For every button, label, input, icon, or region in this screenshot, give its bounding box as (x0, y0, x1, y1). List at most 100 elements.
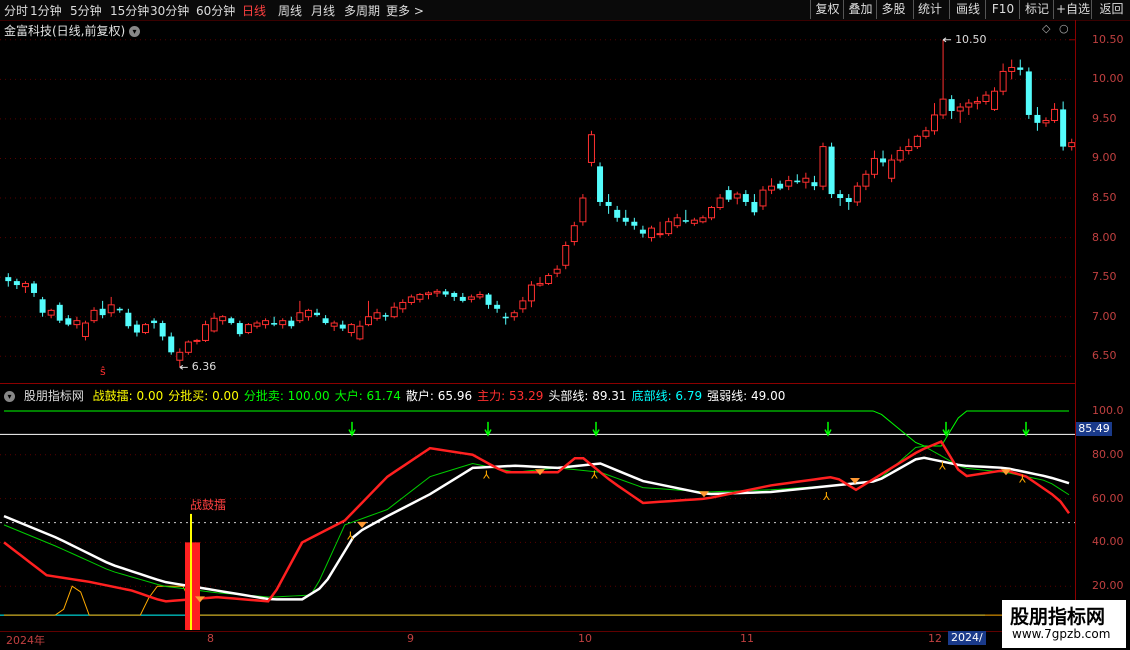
candle-body (545, 275, 553, 284)
timeframe-tab[interactable]: 日线 (242, 2, 266, 19)
candle-body (553, 268, 561, 274)
timeframe-tab[interactable]: 5分钟 (70, 2, 102, 19)
candle-body (930, 114, 938, 132)
timeframe-tab[interactable]: 30分钟 (150, 2, 189, 19)
toolbar-button[interactable]: 返回 (1091, 0, 1130, 19)
price-axis-label: 7.00 (1092, 309, 1117, 323)
candle-body (407, 296, 415, 303)
candle-body (288, 320, 295, 327)
sell-arrow (942, 421, 950, 437)
date-month: 11 (740, 632, 754, 645)
candle-body (133, 324, 140, 333)
candle-body (708, 207, 716, 219)
indicator-axis-label: 100.0 (1092, 403, 1124, 417)
price-axis-label: 10.50 (1092, 32, 1124, 46)
axis-divider (1075, 20, 1076, 632)
candle-body (682, 220, 689, 222)
candle-body (742, 194, 749, 202)
watermark-url: www.7gpzb.com (1012, 627, 1111, 641)
candle-body (956, 106, 964, 112)
low-marker (179, 364, 188, 370)
candle-body (905, 146, 913, 152)
toolbar-button[interactable]: 叠加 (843, 0, 877, 19)
candle-body (1025, 71, 1032, 115)
candle-body (587, 134, 595, 163)
candle-body (168, 336, 175, 353)
toolbar-button[interactable]: F10 (985, 0, 1020, 19)
candle-body (888, 159, 896, 179)
candle-body (716, 197, 724, 209)
candle-body (399, 301, 407, 310)
toolbar: 分时 1分钟 5分钟 15分钟 30分钟 60分钟 日线 周线 月线 多周期 更多 > 复权 叠加 多股统… (0, 0, 1130, 21)
candle-body (982, 94, 990, 102)
timeframe-tab[interactable]: 周线 (278, 2, 302, 19)
candle-body (673, 217, 681, 227)
toolbar-button[interactable]: 标记 (1019, 0, 1054, 19)
candle-body (271, 323, 278, 325)
timeframe-tab[interactable]: 更多 > (386, 2, 424, 19)
diamond-icon: ◇ (1042, 22, 1051, 35)
toolbar-button[interactable]: +自选 (1053, 0, 1092, 19)
candle-body (5, 277, 12, 282)
candle-body (785, 180, 793, 187)
price-chart (0, 37, 1075, 370)
indicator-axis-label: 80.00 (1092, 447, 1124, 461)
candle-body (1017, 67, 1024, 70)
candle-body (1068, 142, 1075, 148)
candle-body (1008, 66, 1016, 72)
candle-body (725, 190, 732, 200)
date-month: 12 (928, 632, 942, 645)
candle-body (425, 292, 433, 296)
candle-body (1034, 114, 1041, 123)
candle-body (690, 219, 698, 224)
candle-body (90, 309, 98, 322)
candle-body (262, 320, 270, 326)
candle-body (999, 70, 1007, 92)
timeframe-tab[interactable]: 月线 (311, 2, 335, 19)
candle-body (81, 322, 89, 337)
candle-body (13, 281, 20, 286)
candle-body (1042, 119, 1050, 124)
toolbar-button[interactable]: 统计 (913, 0, 946, 19)
candle-body (853, 185, 861, 203)
candle-body (373, 312, 381, 319)
candle-body (244, 324, 252, 334)
candle-body (279, 320, 287, 326)
indicator-axis-label: 40.00 (1092, 535, 1124, 549)
candle-body (151, 320, 158, 324)
candle-body (73, 320, 81, 326)
candle-body (467, 296, 475, 300)
candle-body (579, 197, 587, 223)
candle-body (202, 324, 210, 341)
toolbar-button[interactable]: 多股 (876, 0, 910, 19)
low-label: 6.36 (191, 360, 217, 374)
price-axis-label: 8.50 (1092, 191, 1117, 205)
timeframe-tab[interactable]: 60分钟 (196, 2, 235, 19)
candle-body (433, 290, 441, 294)
candle-body (862, 173, 870, 187)
candle-body (339, 324, 346, 329)
candle-body (1060, 109, 1067, 147)
candle-body (125, 312, 132, 327)
timeframe-tab[interactable]: 分时 (4, 2, 28, 19)
candle-body (991, 90, 999, 110)
candle-body (21, 282, 29, 288)
toolbar-button[interactable]: 复权 (810, 0, 844, 19)
panel-divider (0, 383, 1075, 384)
candle-body (442, 291, 449, 295)
toolbar-button[interactable]: 画线 (949, 0, 986, 19)
timeframe-tab[interactable]: 多周期 (344, 2, 380, 19)
candle-body (768, 185, 776, 191)
candle-body (1051, 108, 1059, 121)
sell-arrow (824, 421, 832, 437)
candle-body (802, 177, 810, 183)
timeframe-tab[interactable]: 1分钟 (30, 2, 62, 19)
candle-body (39, 299, 46, 313)
candle-body (870, 157, 878, 175)
candle-body (476, 294, 484, 298)
candle-body (210, 317, 218, 332)
candle-body (494, 304, 501, 309)
candle-body (880, 158, 887, 163)
candle-body (622, 217, 629, 222)
timeframe-tab[interactable]: 15分钟 (110, 2, 149, 19)
